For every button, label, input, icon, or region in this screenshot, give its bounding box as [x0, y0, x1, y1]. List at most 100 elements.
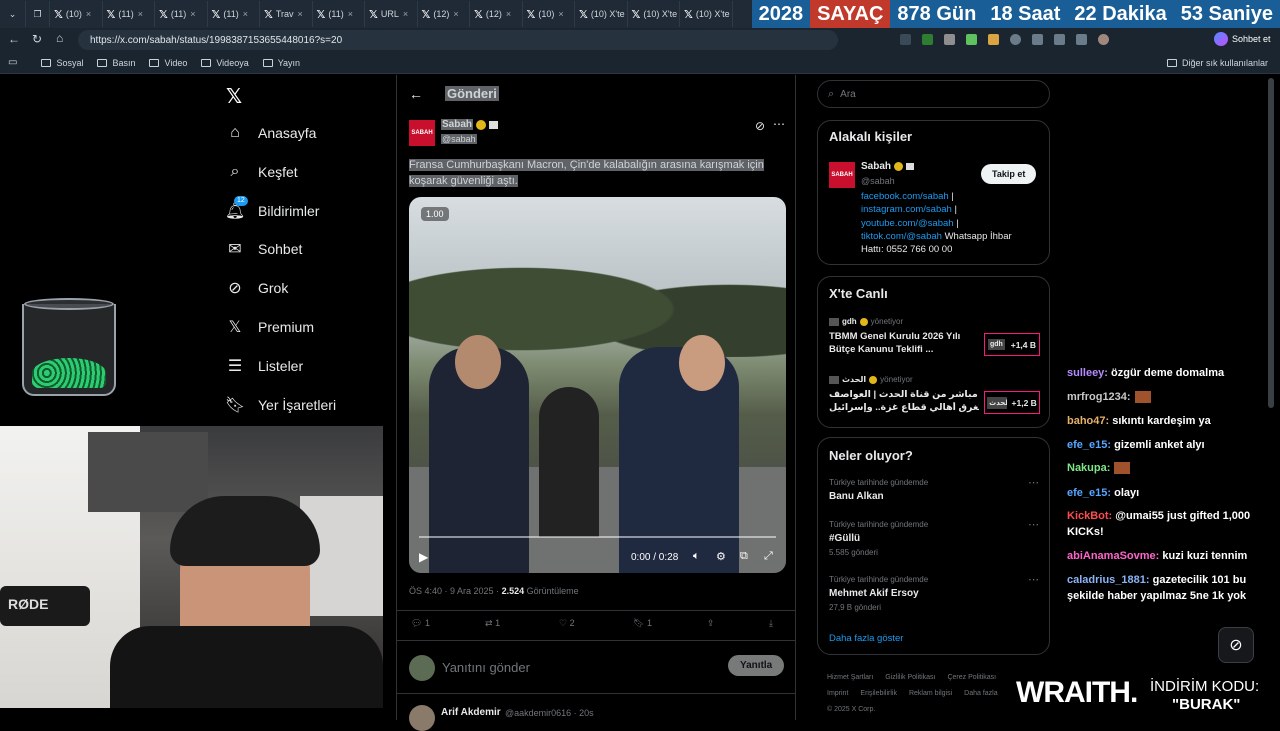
- footer-link[interactable]: Erişilebilirlik: [860, 686, 897, 702]
- browser-tab[interactable]: 𝕏 (10) ×: [50, 1, 103, 27]
- bio-link[interactable]: tiktok.com/@sabah: [861, 231, 942, 242]
- browser-tab[interactable]: 𝕏 (10) ×: [523, 1, 575, 27]
- follow-button[interactable]: Takip et: [981, 164, 1037, 184]
- browser-tab[interactable]: 𝕏 URL ×: [365, 1, 418, 27]
- more-icon[interactable]: ⋯: [1028, 573, 1039, 586]
- next-reply-author[interactable]: Arif Akdemir: [441, 707, 501, 718]
- tab-close-icon[interactable]: ×: [348, 9, 353, 19]
- bio-link[interactable]: facebook.com/sabah: [861, 191, 949, 202]
- back-icon[interactable]: ←: [8, 32, 20, 46]
- live-item[interactable]: gdh yönetiyor TBMM Genel Kurulu 2026 Yılı B…: [829, 317, 1041, 367]
- bookmark-folder[interactable]: Video: [149, 58, 187, 68]
- bookmark-folder[interactable]: Basın: [97, 58, 135, 68]
- reading-list-icon[interactable]: ▭: [8, 57, 17, 68]
- browser-tab[interactable]: 𝕏(10) X'te×: [628, 1, 680, 27]
- fullscreen-icon[interactable]: ⤢: [764, 550, 773, 563]
- more-icon[interactable]: ⋯: [773, 117, 785, 131]
- bookmark-action[interactable]: 🔖︎ 1: [633, 618, 652, 629]
- trend-item[interactable]: Türkiye tarihinde gündemde #Güllü 5.585 gö…: [829, 518, 1041, 564]
- play-icon[interactable]: ▶: [419, 550, 428, 564]
- browser-tab[interactable]: 𝕏 Trav ×: [260, 1, 313, 27]
- live-item[interactable]: الحدث yönetiyor مباشر من قناة الحدث | العو…: [829, 375, 1041, 425]
- reply-button[interactable]: Yanıtla: [728, 655, 785, 676]
- browser-tab[interactable]: 𝕏 (11) ×: [103, 1, 155, 27]
- download-icon[interactable]: ⤓: [769, 618, 773, 629]
- grok-float-button[interactable]: ⊘: [1218, 627, 1254, 663]
- nav-item-grok[interactable]: ⊘ Grok: [226, 279, 288, 297]
- tab-close-icon[interactable]: ×: [403, 9, 408, 19]
- bookmark-folder[interactable]: Videoya: [201, 58, 249, 68]
- browser-tab[interactable]: 𝕏 (12) ×: [418, 1, 470, 27]
- tab-close-icon[interactable]: ×: [298, 9, 303, 19]
- nav-item-mail[interactable]: ✉ Sohbet: [226, 240, 302, 258]
- footer-link[interactable]: Hizmet Şartları: [827, 670, 873, 686]
- show-more-link[interactable]: Daha fazla göster: [829, 633, 903, 644]
- search-box[interactable]: ⌕ Ara: [817, 80, 1050, 108]
- chat-text: kuzi kuzi tennim: [1159, 550, 1248, 562]
- trend-item[interactable]: Türkiye tarihinde gündemde Banu Alkan ⋯: [829, 476, 1041, 522]
- trend-item[interactable]: Türkiye tarihinde gündemde Mehmet Akif Er…: [829, 573, 1041, 619]
- settings-icon[interactable]: ⚙: [716, 550, 726, 563]
- author-handle[interactable]: @sabah: [441, 134, 477, 144]
- bio-link[interactable]: youtube.com/@sabah: [861, 218, 954, 229]
- browser-tab[interactable]: 𝕏 (12) ×: [470, 1, 523, 27]
- video-player[interactable]: 1.00 ▶ 0:00 / 0:28 🔈︎ ⚙ ⧉ ⤢: [409, 197, 786, 573]
- tab-close-icon[interactable]: ×: [138, 9, 143, 19]
- playback-speed-badge[interactable]: 1.00: [421, 207, 449, 221]
- author-name[interactable]: Sabah: [441, 119, 474, 130]
- footer-link[interactable]: Reklam bilgisi: [909, 686, 952, 702]
- author-avatar[interactable]: SABAH: [409, 120, 435, 146]
- refresh-icon[interactable]: ↻: [32, 32, 42, 46]
- nav-item-bookmark[interactable]: 🔖︎ Yer İşaretleri: [225, 396, 336, 414]
- share-icon[interactable]: ⇪: [707, 618, 715, 629]
- nav-item-x[interactable]: 𝕏 Premium: [226, 318, 314, 336]
- tab-close-icon[interactable]: ×: [453, 9, 458, 19]
- url-field[interactable]: https://x.com/sabah/status/1998387153655…: [78, 30, 838, 50]
- search-icon: ⌕: [828, 87, 835, 100]
- page-scrollbar[interactable]: [1268, 78, 1274, 408]
- nav-item-bell[interactable]: 🔔︎ 12 Bildirimler: [225, 195, 319, 220]
- browser-tab[interactable]: 𝕏 (11) ×: [208, 1, 260, 27]
- tab-close-icon[interactable]: ×: [190, 9, 195, 19]
- x-logo[interactable]: 𝕏: [226, 84, 242, 109]
- repost-action[interactable]: ⇄ 1: [485, 618, 500, 629]
- reply-input[interactable]: Yanıtını gönder: [442, 660, 530, 675]
- home-icon[interactable]: ⌂: [56, 31, 63, 45]
- tab-close-icon[interactable]: ×: [86, 9, 91, 19]
- tab-close-icon[interactable]: ×: [558, 9, 563, 19]
- more-icon[interactable]: ⋯: [1028, 476, 1039, 489]
- more-icon[interactable]: ⋯: [1028, 518, 1039, 531]
- footer-link[interactable]: Çerez Politikası: [947, 670, 996, 686]
- grok-icon[interactable]: ⊘: [755, 119, 765, 133]
- back-arrow-icon[interactable]: ←: [409, 86, 423, 102]
- tab-actions-button[interactable]: ❐: [26, 1, 50, 27]
- bookmark-folder[interactable]: Yayın: [262, 58, 300, 68]
- nav-item-search[interactable]: ⌕ Keşfet: [226, 163, 298, 181]
- bookmark-folder[interactable]: Sosyal: [41, 58, 83, 68]
- footer-link[interactable]: Daha fazla: [964, 686, 997, 702]
- extension-icons[interactable]: [900, 34, 1150, 46]
- nav-item-home[interactable]: ⌂ Anasayfa: [226, 124, 316, 142]
- person-avatar[interactable]: SABAH: [829, 162, 855, 188]
- like-action[interactable]: ♡ 2: [559, 618, 575, 629]
- person-name[interactable]: Sabah: [861, 161, 891, 172]
- video-progress-bar[interactable]: [419, 536, 776, 538]
- browser-tab[interactable]: 𝕏 (11) ×: [155, 1, 208, 27]
- live-listeners[interactable]: gdh +1,4 B: [984, 333, 1040, 356]
- reply-action[interactable]: 💬︎ 1: [411, 618, 430, 629]
- browser-tab[interactable]: 𝕏(10) X'te×: [680, 1, 733, 27]
- chat-button[interactable]: Sohbet et: [1214, 32, 1271, 46]
- footer-link[interactable]: Gizlilik Politikası: [885, 670, 935, 686]
- miniplayer-icon[interactable]: ⧉: [740, 550, 748, 563]
- bio-link[interactable]: instagram.com/sabah: [861, 204, 952, 215]
- tab-menu-button[interactable]: ⌄: [0, 1, 26, 27]
- tab-close-icon[interactable]: ×: [506, 9, 511, 19]
- live-listeners[interactable]: الحدث+1,2 B: [984, 391, 1040, 414]
- other-bookmarks[interactable]: Diğer sık kullanılanlar: [1166, 58, 1268, 68]
- browser-tab[interactable]: 𝕏 (11) ×: [313, 1, 365, 27]
- tab-close-icon[interactable]: ×: [243, 9, 248, 19]
- volume-icon[interactable]: 🔈︎: [693, 550, 700, 563]
- footer-link[interactable]: Imprint: [827, 686, 848, 702]
- browser-tab[interactable]: 𝕏(10) X'te×: [575, 1, 628, 27]
- nav-item-list[interactable]: ☰ Listeler: [226, 357, 303, 375]
